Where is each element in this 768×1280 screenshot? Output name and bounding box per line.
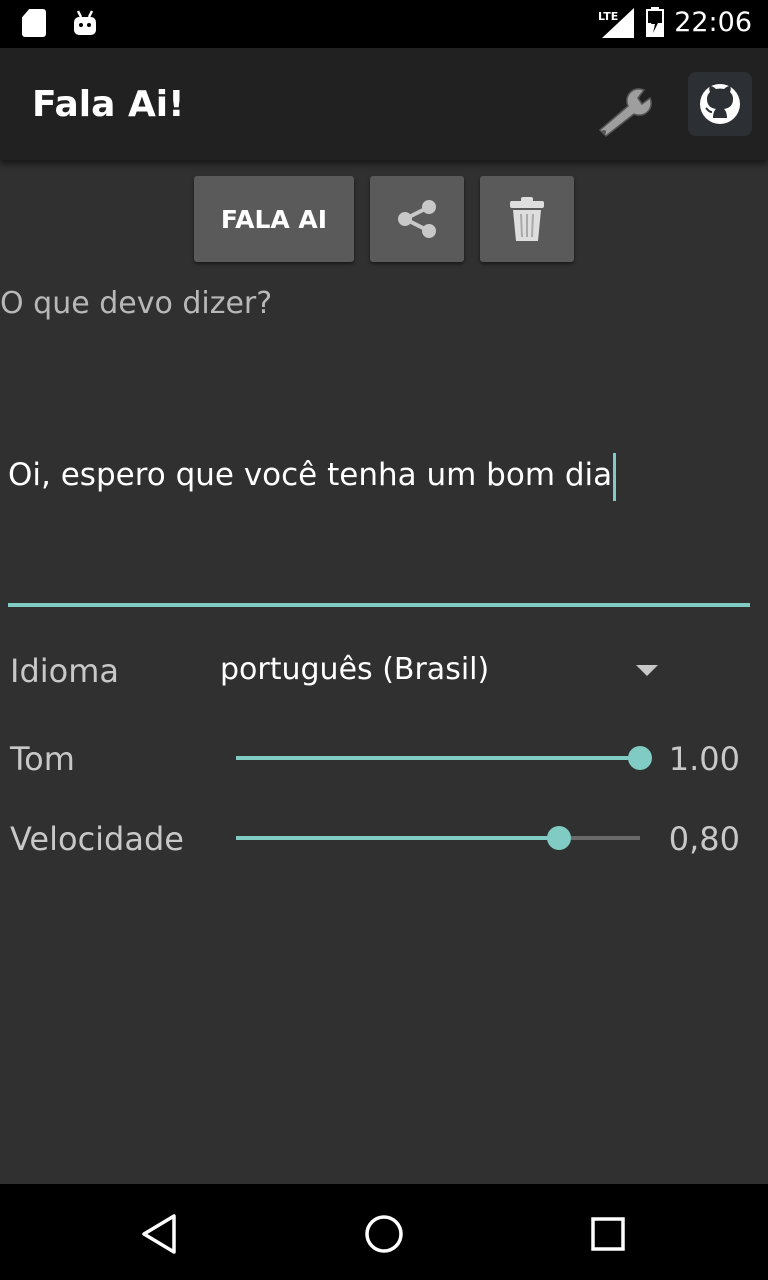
speed-slider[interactable]: [236, 818, 640, 858]
android-icon: [72, 9, 98, 37]
slider-fill: [236, 836, 560, 840]
recents-icon[interactable]: [586, 1212, 630, 1256]
slider-thumb[interactable]: [547, 826, 572, 850]
battery-icon: [646, 7, 665, 38]
trash-icon: [510, 197, 544, 241]
pitch-value: 1.00: [668, 740, 740, 778]
text-caret: [613, 452, 617, 501]
pitch-label: Tom: [10, 740, 75, 778]
app-title: Fala Ai!: [32, 84, 185, 125]
github-icon[interactable]: [688, 72, 752, 136]
speech-text-input[interactable]: Oi, espero que você tenha um bom dia: [8, 440, 750, 520]
home-icon[interactable]: [362, 1212, 406, 1256]
delete-button[interactable]: [480, 176, 574, 262]
slider-fill: [236, 756, 640, 760]
app-bar: Fala Ai!: [0, 48, 768, 160]
status-bar: LTE 22:06: [0, 0, 768, 48]
speed-label: Velocidade: [10, 820, 184, 858]
prompt-label: O que devo dizer?: [0, 286, 273, 321]
back-icon[interactable]: [138, 1212, 182, 1256]
share-button[interactable]: [370, 176, 464, 262]
slider-thumb[interactable]: [628, 746, 652, 770]
lte-signal-icon: LTE: [596, 6, 636, 38]
sd-card-icon: [22, 9, 46, 37]
pitch-slider[interactable]: [236, 738, 652, 778]
action-toolbar: FALA AI: [194, 176, 574, 262]
wrench-icon[interactable]: [592, 78, 656, 142]
input-underline: [8, 603, 750, 607]
speech-text-value: Oi, espero que você tenha um bom dia: [8, 457, 613, 493]
navigation-bar: [0, 1184, 768, 1280]
language-spinner[interactable]: português (Brasil): [220, 652, 489, 687]
chevron-down-icon[interactable]: [636, 665, 658, 676]
share-icon: [398, 200, 436, 238]
speed-value: 0,80: [668, 820, 740, 858]
speak-button[interactable]: FALA AI: [194, 176, 354, 262]
network-label: LTE: [598, 10, 618, 23]
language-label: Idioma: [10, 652, 119, 690]
clock: 22:06: [674, 6, 752, 38]
